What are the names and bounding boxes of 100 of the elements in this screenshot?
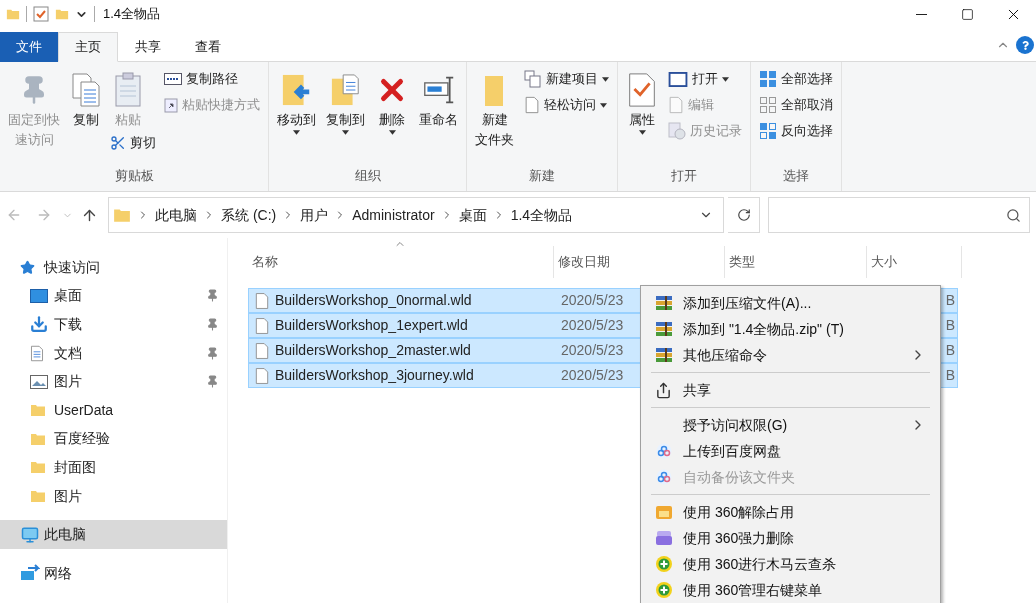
date-cell-text: 2020/5/23: [560, 291, 624, 310]
ribbon-tab[interactable]: 主页: [58, 32, 118, 62]
cloud-icon: [655, 443, 673, 459]
column-header[interactable]: 名称: [248, 246, 554, 278]
breadcrumb[interactable]: 系统 (C:): [221, 204, 277, 226]
group-label: 打开: [671, 167, 697, 185]
breadcrumb[interactable]: 桌面: [458, 204, 487, 226]
menu-item[interactable]: 上传到百度网盘: [643, 438, 938, 464]
ribbon-button[interactable]: 打开: [666, 66, 744, 92]
file-name: BuildersWorkshop_2master.wld: [275, 341, 471, 360]
breadcrumb[interactable]: Administrator: [352, 204, 435, 226]
properties-icon: [33, 6, 49, 22]
ribbon-button[interactable]: 属性: [622, 62, 662, 135]
ribbon-button[interactable]: 新建 文件夹: [471, 62, 518, 150]
file-icon: [255, 291, 269, 310]
ribbon-button[interactable]: 删除: [371, 62, 413, 135]
path-icon: [164, 73, 182, 85]
column-header[interactable]: 大小: [867, 246, 962, 278]
folder-icon: [30, 459, 46, 476]
ribbon-button[interactable]: 轻松访问: [522, 92, 611, 118]
ribbon-button[interactable]: 复制路径: [162, 66, 262, 92]
size-cell-text: B: [945, 316, 956, 335]
back-icon[interactable]: [6, 207, 22, 223]
ribbon-button[interactable]: 反向选择: [757, 118, 835, 144]
file-icon: [255, 341, 269, 360]
new-item-icon: [524, 70, 542, 88]
sidebar-item[interactable]: 网络: [0, 558, 227, 588]
ribbon-button[interactable]: 全部取消: [757, 92, 835, 118]
group-label: 选择: [783, 167, 809, 185]
date-cell-text: 2020/5/23: [560, 316, 624, 335]
ribbon-button[interactable]: 重命名: [415, 62, 462, 130]
file-name: BuildersWorkshop_1expert.wld: [275, 316, 468, 335]
cloud-icon: [655, 469, 673, 485]
sidebar-item[interactable]: 快速访问: [0, 253, 227, 282]
desktop-icon: [30, 288, 48, 303]
folder-icon: [30, 488, 46, 505]
window-title: 1.4全物品: [103, 5, 162, 24]
help-icon[interactable]: [1016, 36, 1034, 54]
sidebar-item[interactable]: UserData: [0, 395, 227, 425]
address-field[interactable]: 此电脑 系统 (C:) 用户 Administrator 桌面 1.4全物品: [108, 197, 724, 233]
sidebar-item[interactable]: 下载: [0, 310, 227, 339]
search-field[interactable]: [768, 197, 1030, 233]
forward-icon[interactable]: [36, 207, 52, 223]
date-cell-text: 2020/5/23: [560, 366, 624, 385]
column-header[interactable]: 修改日期: [554, 246, 725, 278]
share-icon: [655, 381, 672, 399]
ribbon-button[interactable]: 全部选择: [757, 66, 835, 92]
sidebar-item[interactable]: 图片: [0, 367, 227, 396]
ribbon-tab[interactable]: 文件: [0, 32, 58, 62]
shortcut-icon: [164, 97, 178, 113]
sidebar-item[interactable]: 图片: [0, 481, 227, 511]
breadcrumb[interactable]: 此电脑: [155, 204, 197, 226]
shield-plus-icon: [655, 581, 673, 599]
shield-plus-icon: [655, 555, 673, 573]
ribbon-tab[interactable]: 查看: [178, 32, 238, 62]
group-label: 组织: [354, 167, 381, 185]
size-cell-text: B: [945, 341, 956, 360]
maximize-icon: [960, 7, 974, 21]
file-name: BuildersWorkshop_0normal.wld: [275, 291, 472, 310]
archive-icon: [655, 321, 673, 337]
ribbon-button[interactable]: 复制: [66, 62, 106, 130]
network-icon: [20, 564, 40, 583]
breadcrumb[interactable]: 用户: [300, 204, 329, 226]
computer-icon: [20, 525, 40, 544]
clipboard-icon: [112, 72, 144, 108]
group-label: 新建: [529, 167, 555, 185]
ribbon-button[interactable]: 新建项目: [522, 66, 611, 92]
menu-item[interactable]: 使用 360解除占用: [643, 499, 938, 525]
star-icon: [20, 259, 35, 275]
window-icon: [668, 71, 688, 87]
menu-item[interactable]: 添加到压缩文件(A)...: [643, 290, 938, 316]
copy-folder-icon: [329, 72, 362, 108]
sidebar-item[interactable]: 百度经验: [0, 424, 227, 454]
size-cell-text: B: [945, 291, 956, 310]
menu-item[interactable]: 授予访问权限(G): [643, 412, 938, 438]
scissors-icon: [110, 135, 126, 151]
refresh-button[interactable]: [728, 197, 760, 233]
folder-icon: [30, 402, 46, 419]
sidebar-item[interactable]: 桌面: [0, 281, 227, 311]
ribbon-button[interactable]: 剪切: [108, 130, 158, 156]
properties-icon: [626, 72, 658, 108]
ribbon-button[interactable]: 复制到: [322, 62, 369, 135]
file-name: BuildersWorkshop_3journey.wld: [275, 366, 474, 385]
breadcrumb[interactable]: 1.4全物品: [510, 204, 573, 226]
ribbon-button[interactable]: 移动到: [273, 62, 320, 135]
menu-item[interactable]: 使用 360管理右键菜单: [643, 577, 938, 603]
sidebar-item[interactable]: 此电脑: [0, 520, 227, 549]
unlock-folder-icon: [655, 504, 673, 520]
size-cell-text: B: [945, 366, 956, 385]
minimize-icon: [915, 13, 927, 15]
select-all-icon: [759, 70, 777, 88]
ribbon-tab[interactable]: 共享: [118, 32, 178, 62]
menu-item[interactable]: 使用 360进行木马云查杀: [643, 551, 938, 577]
sidebar-item[interactable]: 文档: [0, 338, 227, 368]
column-header[interactable]: 类型: [725, 246, 867, 278]
copy-icon: [70, 72, 102, 108]
edit-icon: [668, 96, 684, 114]
menu-item[interactable]: 使用 360强力删除: [643, 525, 938, 551]
sidebar-item[interactable]: 封面图: [0, 453, 227, 482]
document-icon: [30, 344, 44, 362]
